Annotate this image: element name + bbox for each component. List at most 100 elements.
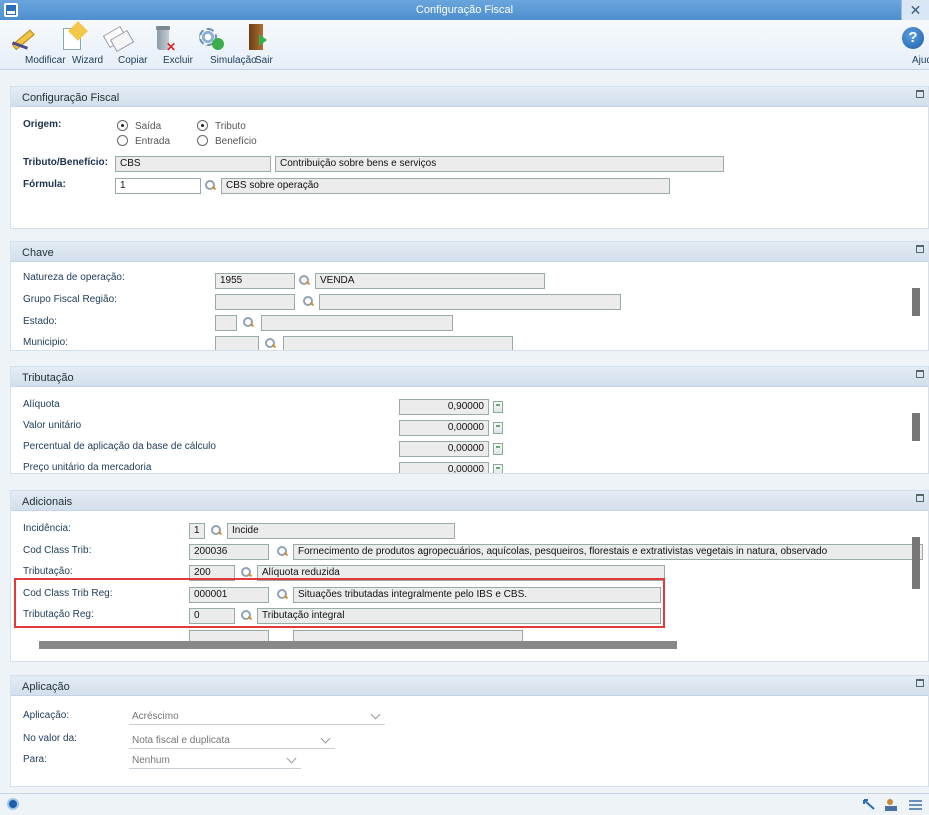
resize-icon[interactable]	[862, 798, 876, 811]
incidencia-desc-field: Incide	[227, 523, 455, 539]
incidencia-search-icon[interactable]	[211, 525, 223, 537]
minimize-icon[interactable]	[916, 370, 924, 378]
adicionais-scrollbar[interactable]	[912, 537, 920, 589]
copy-button[interactable]: Copiar	[102, 22, 147, 66]
percentual-field[interactable]: 0,00000	[399, 441, 489, 457]
minimize-icon[interactable]	[916, 90, 924, 98]
grupo-fiscal-code-field[interactable]	[215, 294, 295, 310]
simulation-button[interactable]: Simulação	[189, 22, 257, 66]
estado-search-icon[interactable]	[243, 317, 255, 329]
natureza-search-icon[interactable]	[299, 275, 311, 287]
adicionais-panel-title: Adicionais	[22, 496, 73, 508]
wizard-icon	[57, 21, 88, 52]
list-icon[interactable]	[908, 798, 922, 811]
natureza-label: Natureza de operação:	[23, 272, 125, 283]
delete-button[interactable]: ✕ Excluir	[146, 22, 193, 66]
cod-class-trib-search-icon[interactable]	[277, 546, 289, 558]
grupo-fiscal-search-icon[interactable]	[303, 296, 315, 308]
cod-class-trib-code-field[interactable]: 200036	[189, 544, 269, 560]
toolbar: Modificar Wizard Copiar ✕ Excluir Simula…	[0, 20, 929, 70]
wizard-label: Wizard	[72, 55, 104, 66]
preco-unitario-field[interactable]: 0,00000	[399, 462, 489, 473]
tributo-radio[interactable]	[197, 120, 208, 131]
valor-unitario-calculator-icon[interactable]	[493, 422, 503, 434]
config-panel: Configuração Fiscal Origem: Saída Entrad…	[10, 86, 929, 229]
copy-label: Copiar	[118, 55, 148, 66]
municipio-field[interactable]	[215, 336, 259, 350]
chevron-down-icon	[370, 709, 381, 720]
tributacao-label: Tributação:	[23, 566, 73, 577]
percentual-calculator-icon[interactable]	[493, 443, 503, 455]
saida-radio[interactable]	[117, 120, 128, 131]
formula-code-field[interactable]: 1	[115, 178, 201, 194]
modify-label: Modificar	[25, 55, 66, 66]
wizard-button[interactable]: Wizard	[54, 21, 103, 66]
aplicacao-panel: Aplicação Aplicação: Acréscimo No valor …	[10, 675, 929, 787]
valor-da-value: Nota fiscal e duplicata	[132, 735, 230, 746]
minimize-icon[interactable]	[916, 245, 924, 253]
chevron-down-icon	[320, 733, 331, 744]
estado-desc-field	[261, 315, 453, 331]
minimize-icon[interactable]	[916, 679, 924, 687]
minimize-icon[interactable]	[916, 494, 924, 502]
incidencia-code-field[interactable]: 1	[189, 523, 205, 539]
formula-search-icon[interactable]	[205, 180, 217, 192]
aliquota-field[interactable]: 0,90000	[399, 399, 489, 415]
title-bar: Configuração Fiscal ✕	[0, 0, 929, 20]
highlight-box	[14, 578, 665, 628]
status-bar	[0, 793, 929, 815]
natureza-desc-field: VENDA	[315, 273, 545, 289]
grupo-fiscal-desc-field	[319, 294, 621, 310]
chave-scrollbar[interactable]	[912, 288, 920, 316]
para-select[interactable]: Nenhum	[129, 753, 301, 769]
config-panel-title: Configuração Fiscal	[22, 92, 120, 104]
exit-button[interactable]: Sair	[241, 22, 273, 66]
adicionais-panel: Adicionais Incidência: 1 Incide Cod Clas…	[10, 490, 929, 662]
beneficio-radio[interactable]	[197, 135, 208, 146]
formula-desc-field: CBS sobre operação	[221, 178, 670, 194]
aliquota-calculator-icon[interactable]	[493, 401, 503, 413]
cod-class-trib-label: Cod Class Trib:	[23, 545, 92, 556]
municipio-label: Municipio:	[23, 337, 69, 348]
valor-da-label: No valor da:	[23, 733, 77, 744]
globe-icon	[7, 798, 19, 810]
entrada-label: Entrada	[135, 136, 171, 147]
help-icon: ?	[902, 27, 924, 49]
app-icon	[4, 3, 18, 17]
cod-class-trib-desc-field: Fornecimento de produtos agropecuários, …	[293, 544, 923, 560]
aplicacao-panel-title: Aplicação	[22, 681, 70, 693]
valor-unitario-field[interactable]: 0,00000	[399, 420, 489, 436]
aplicacao-label: Aplicação:	[23, 710, 70, 721]
tributacao-scrollbar[interactable]	[912, 413, 920, 441]
para-label: Para:	[23, 754, 47, 765]
help-button[interactable]: ? Ajuda	[898, 22, 929, 66]
close-button[interactable]: ✕	[901, 0, 929, 20]
origem-label: Origem:	[23, 119, 62, 130]
tributo-desc-field: Contribuição sobre bens e serviços	[275, 156, 724, 172]
preco-unitario-label: Preço unitário da mercadoria	[23, 462, 152, 473]
natureza-code-field[interactable]: 1955	[215, 273, 295, 289]
tributo-radio-label: Tributo	[215, 121, 246, 132]
simulation-icon	[195, 22, 225, 52]
formula-label: Fórmula:	[23, 179, 66, 190]
municipio-search-icon[interactable]	[265, 338, 277, 350]
tributo-code-field[interactable]: CBS	[115, 156, 271, 172]
estado-label: Estado:	[23, 316, 57, 327]
saida-label: Saída	[135, 121, 162, 132]
valor-da-select[interactable]: Nota fiscal e duplicata	[129, 733, 335, 749]
modify-button[interactable]: Modificar	[6, 22, 66, 66]
help-label: Ajuda	[912, 55, 929, 66]
adicionais-horizontal-scrollbar[interactable]	[39, 641, 677, 649]
aplicacao-select[interactable]: Acréscimo	[129, 709, 385, 725]
copy-icon	[102, 22, 135, 53]
chave-panel-title: Chave	[22, 247, 54, 259]
simulation-label: Simulação	[210, 55, 257, 66]
beneficio-label: Benefício	[215, 136, 257, 147]
pencil-icon	[10, 22, 40, 52]
entrada-radio[interactable]	[117, 135, 128, 146]
para-value: Nenhum	[132, 755, 170, 766]
estado-field[interactable]	[215, 315, 237, 331]
preco-unitario-calculator-icon[interactable]	[493, 464, 503, 473]
user-tools-icon[interactable]	[884, 798, 898, 811]
exit-icon	[241, 22, 271, 52]
